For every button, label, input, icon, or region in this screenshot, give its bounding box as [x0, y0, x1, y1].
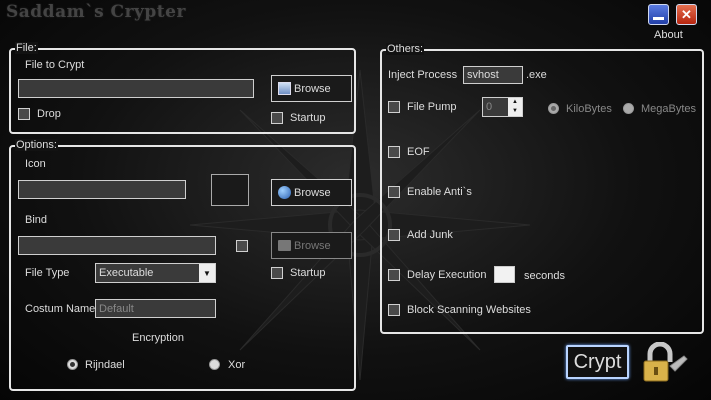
megabytes-radio[interactable]: [623, 103, 634, 114]
encryption-label: Encryption: [132, 332, 184, 344]
radio-selected-dot: [551, 106, 556, 111]
window-title: Saddam`s Crypter: [6, 2, 186, 22]
file-startup-checkbox[interactable]: [271, 112, 283, 124]
icon-browse-label: Browse: [294, 186, 331, 199]
chevron-down-icon[interactable]: ▼: [199, 264, 215, 282]
file-pump-label: File Pump: [407, 101, 457, 113]
folder-icon: [278, 240, 291, 251]
file-pump-checkbox[interactable]: [388, 101, 400, 113]
kilobytes-label: KiloBytes: [566, 103, 612, 115]
rijndael-label: Rijndael: [85, 359, 125, 371]
bind-path-input[interactable]: [18, 236, 216, 255]
options-startup-checkbox[interactable]: [271, 267, 283, 279]
kilobytes-radio[interactable]: [548, 103, 559, 114]
add-junk-label: Add Junk: [407, 229, 453, 241]
file-startup-label: Startup: [290, 112, 326, 124]
file-type-value: Executable: [99, 267, 154, 279]
custom-name-label: Costum Name: [25, 303, 96, 315]
file-group-legend: File:: [15, 42, 38, 54]
minimize-icon: [653, 17, 664, 20]
others-group-legend: Others:: [386, 43, 425, 55]
padlock-icon: [643, 342, 688, 382]
custom-name-input[interactable]: Default: [95, 299, 216, 318]
enable-anti-checkbox[interactable]: [388, 186, 400, 198]
crypt-button-label: Crypt: [573, 350, 622, 373]
file-type-label: File Type: [25, 267, 70, 279]
block-scanning-checkbox[interactable]: [388, 304, 400, 316]
bind-browse-button[interactable]: Browse: [271, 232, 352, 259]
globe-icon: [278, 186, 291, 199]
file-to-crypt-input[interactable]: [18, 79, 254, 98]
add-junk-checkbox[interactable]: [388, 229, 400, 241]
magnifier-icon: [278, 82, 291, 95]
eof-checkbox[interactable]: [388, 146, 400, 158]
minimize-button[interactable]: [648, 4, 669, 25]
delay-seconds-input[interactable]: [494, 266, 515, 283]
inject-process-input[interactable]: svhost: [463, 66, 523, 84]
file-browse-button[interactable]: Browse: [271, 75, 352, 102]
icon-browse-button[interactable]: Browse: [271, 179, 352, 206]
pump-size-stepper[interactable]: 0 ▲ ▼: [482, 97, 523, 117]
bind-label: Bind: [25, 214, 48, 226]
crypt-button[interactable]: Crypt: [566, 345, 629, 379]
file-type-select[interactable]: Executable ▼: [95, 263, 216, 283]
rijndael-radio[interactable]: [67, 359, 78, 370]
block-scanning-label: Block Scanning Websites: [407, 304, 531, 316]
xor-radio[interactable]: [209, 359, 220, 370]
bind-checkbox[interactable]: [236, 240, 248, 252]
file-browse-label: Browse: [294, 82, 331, 95]
megabytes-label: MegaBytes: [641, 103, 697, 115]
icon-path-input[interactable]: [18, 180, 186, 199]
icon-label: Icon: [25, 158, 46, 170]
close-icon: ✕: [681, 6, 692, 22]
delay-execution-label: Delay Execution: [407, 269, 487, 281]
stepper-down-icon[interactable]: ▼: [508, 107, 522, 116]
delay-execution-checkbox[interactable]: [388, 269, 400, 281]
bind-browse-label: Browse: [294, 239, 331, 252]
options-startup-label: Startup: [290, 267, 326, 279]
seconds-label: seconds: [524, 270, 565, 282]
eof-label: EOF: [407, 146, 430, 158]
drop-checkbox[interactable]: [18, 108, 30, 120]
close-button[interactable]: ✕: [676, 4, 697, 25]
inject-process-label: Inject Process: [388, 69, 458, 81]
xor-label: Xor: [228, 359, 246, 371]
inject-suffix: .exe: [526, 69, 547, 81]
stepper-up-icon[interactable]: ▲: [508, 98, 522, 107]
radio-selected-dot: [70, 362, 75, 367]
file-to-crypt-label: File to Crypt: [25, 59, 85, 71]
pump-size-value: 0: [486, 101, 493, 113]
icon-preview: [211, 174, 249, 206]
about-link[interactable]: About: [654, 29, 683, 41]
options-group-legend: Options:: [15, 139, 58, 151]
enable-anti-label: Enable Anti`s: [407, 186, 472, 198]
drop-label: Drop: [37, 108, 61, 120]
